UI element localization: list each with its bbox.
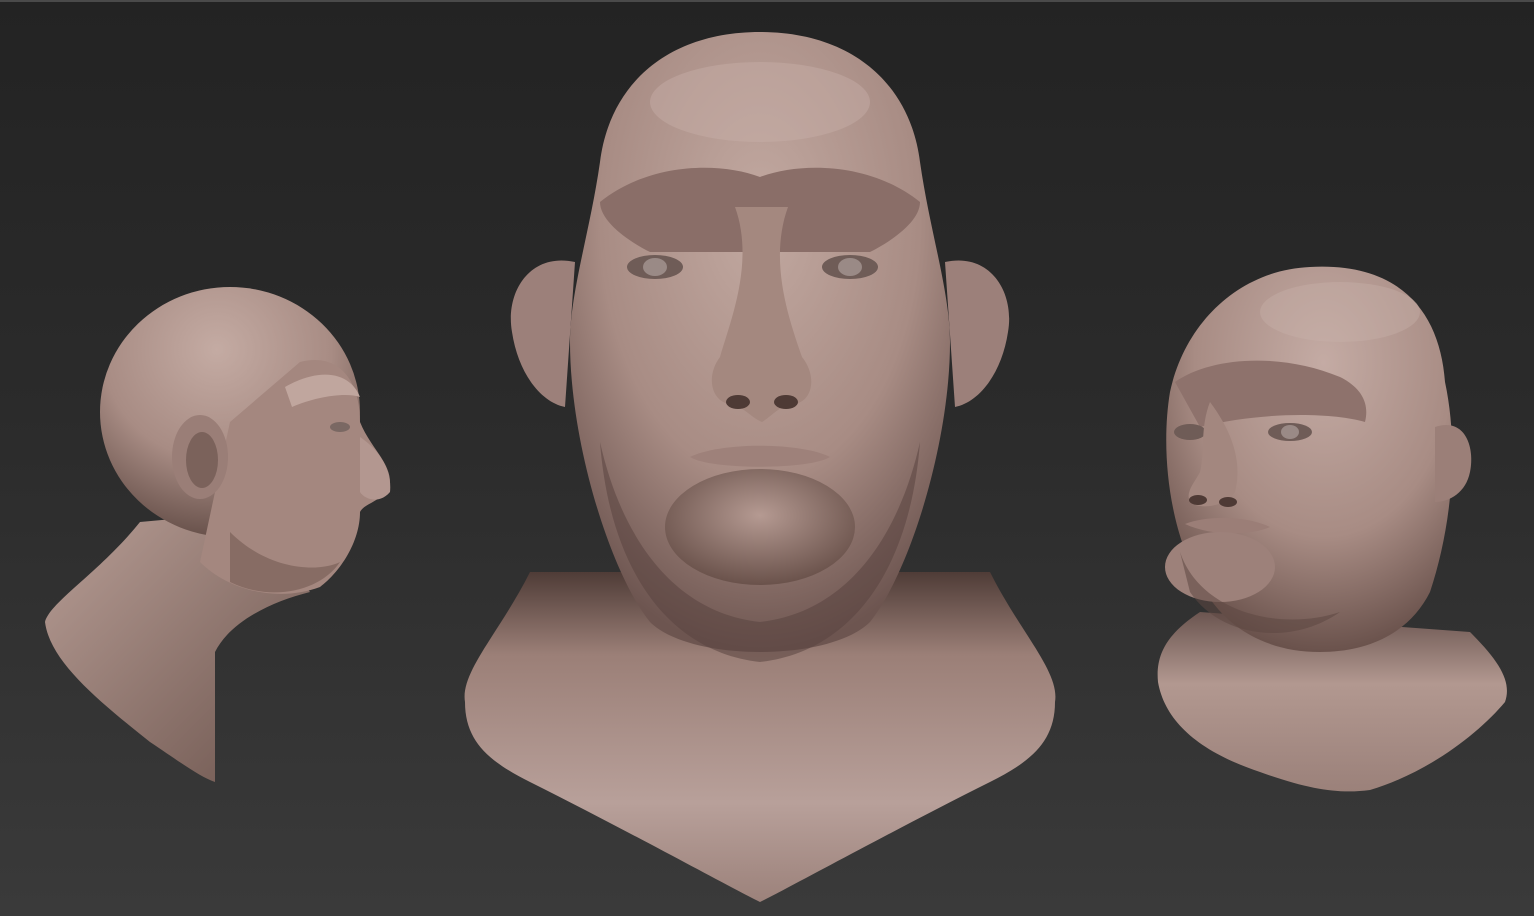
tq-eye-left	[1174, 424, 1206, 440]
front-chin	[665, 469, 855, 585]
tq-chin	[1165, 532, 1275, 602]
head-side-view	[45, 287, 391, 782]
head-three-quarter-view	[1157, 266, 1507, 792]
front-ear-right	[945, 260, 1010, 407]
render-viewport	[0, 0, 1534, 916]
front-ear-left	[510, 260, 575, 407]
tq-ear	[1435, 425, 1472, 502]
head-front-view	[464, 32, 1056, 902]
side-nose	[360, 437, 391, 500]
